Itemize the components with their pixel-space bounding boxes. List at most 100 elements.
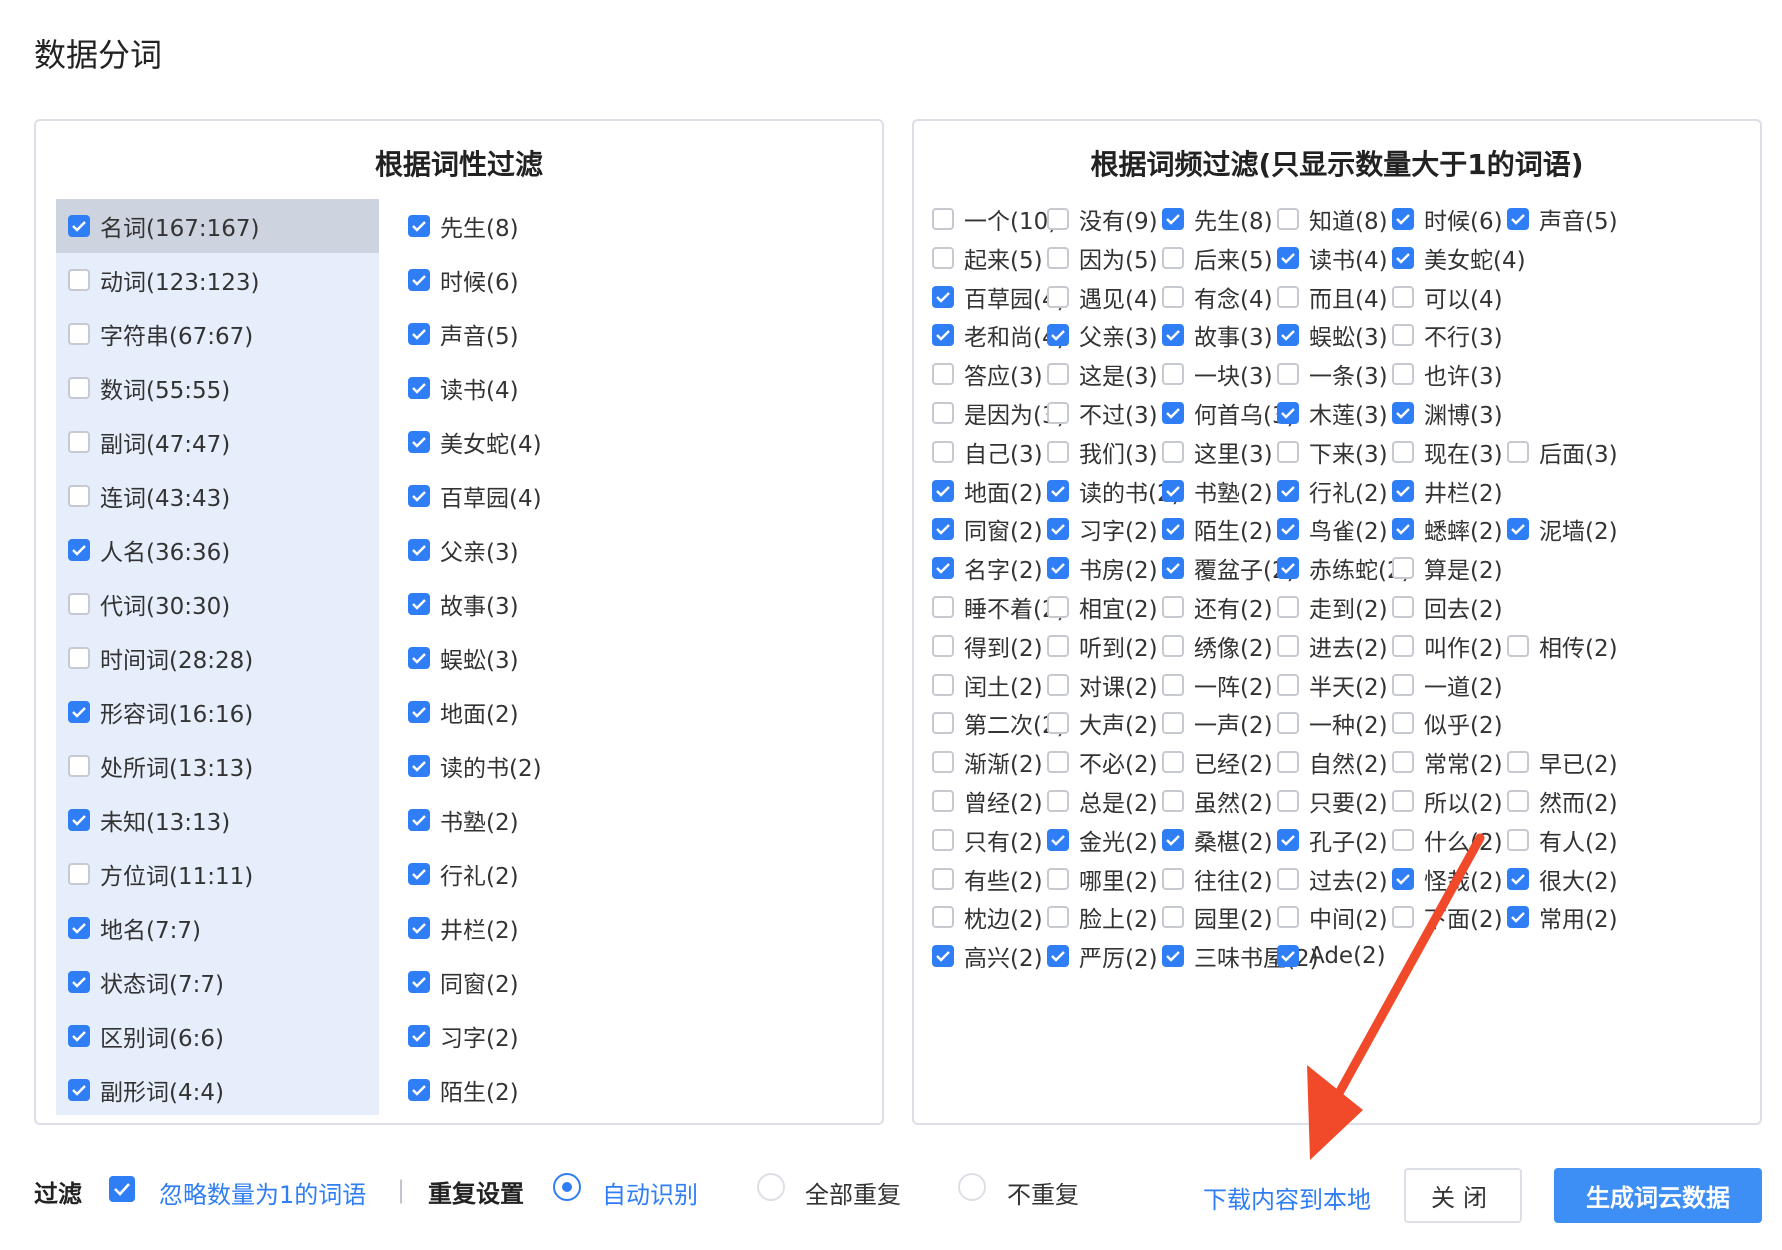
freq-word-item[interactable]: 赤练蛇(2) (1277, 546, 1411, 590)
freq-word-item[interactable]: 过去(2) (1277, 857, 1388, 901)
checkbox[interactable] (1162, 324, 1184, 347)
freq-word-item[interactable]: 有念(4) (1162, 275, 1273, 319)
generate-wordcloud-button[interactable]: 生成词云数据 (1554, 1168, 1762, 1223)
checkbox[interactable] (408, 755, 430, 777)
checkbox[interactable] (68, 755, 90, 777)
freq-word-item[interactable]: 知道(8) (1277, 197, 1388, 241)
freq-word-item[interactable]: 蟋蟀(2) (1392, 507, 1503, 551)
checkbox[interactable] (1507, 518, 1529, 541)
freq-word-item[interactable]: 书房(2) (1047, 546, 1158, 590)
checkbox[interactable] (1277, 828, 1299, 851)
checkbox[interactable] (1162, 557, 1184, 580)
checkbox[interactable] (932, 867, 954, 890)
freq-word-item[interactable]: 读书(4) (1277, 236, 1388, 280)
checkbox[interactable] (1392, 712, 1414, 735)
checkbox[interactable] (1277, 324, 1299, 347)
freq-word-item[interactable]: 故事(3) (1162, 313, 1273, 357)
ignore-singletons-checkbox[interactable] (109, 1176, 135, 1202)
pos-item[interactable]: 人名(36:36) (56, 523, 379, 577)
checkbox[interactable] (1277, 790, 1299, 812)
freq-word-item[interactable]: 起来(5) (932, 236, 1043, 280)
checkbox[interactable] (932, 246, 954, 269)
freq-word-item[interactable]: 不必(2) (1047, 740, 1158, 784)
checkbox[interactable] (932, 479, 954, 502)
checkbox[interactable] (932, 596, 954, 618)
freq-word-item[interactable]: 什么(2) (1392, 818, 1503, 862)
freq-word-item[interactable]: 回去(2) (1392, 585, 1503, 629)
pos-word-item[interactable]: 故事(3) (408, 577, 519, 631)
checkbox[interactable] (1392, 440, 1414, 463)
checkbox[interactable] (1392, 673, 1414, 696)
checkbox[interactable] (68, 809, 90, 831)
freq-word-item[interactable]: 下来(3) (1277, 430, 1388, 474)
checkbox[interactable] (68, 539, 90, 561)
checkbox[interactable] (932, 518, 954, 541)
checkbox[interactable] (408, 863, 430, 885)
freq-word-item[interactable]: 怪哉(2) (1392, 857, 1503, 901)
freq-word-item[interactable]: 同窗(2) (932, 507, 1043, 551)
checkbox[interactable] (1507, 828, 1529, 851)
pos-word-item[interactable]: 井栏(2) (408, 901, 519, 955)
freq-word-item[interactable]: 遇见(4) (1047, 275, 1158, 319)
freq-word-item[interactable]: 叫作(2) (1392, 624, 1503, 668)
checkbox[interactable] (1507, 440, 1529, 463)
pos-word-item[interactable]: 父亲(3) (408, 523, 519, 577)
freq-word-item[interactable]: 井栏(2) (1392, 469, 1503, 513)
pos-word-item[interactable]: 书塾(2) (408, 793, 519, 847)
checkbox[interactable] (408, 809, 430, 831)
checkbox[interactable] (1162, 518, 1184, 541)
pos-word-item[interactable]: 声音(5) (408, 307, 519, 361)
checkbox[interactable] (1162, 208, 1184, 230)
freq-word-item[interactable]: 得到(2) (932, 624, 1043, 668)
checkbox[interactable] (1047, 673, 1069, 696)
ignore-singletons-label[interactable]: 忽略数量为1的词语 (159, 1175, 366, 1210)
checkbox[interactable] (1392, 363, 1414, 386)
freq-word-item[interactable]: 闰土(2) (932, 663, 1043, 707)
checkbox[interactable] (932, 673, 954, 696)
checkbox[interactable] (1277, 945, 1299, 968)
freq-word-item[interactable]: 只要(2) (1277, 779, 1388, 823)
checkbox[interactable] (408, 1079, 430, 1101)
checkbox[interactable] (1162, 634, 1184, 657)
freq-word-item[interactable]: 有人(2) (1507, 818, 1618, 862)
checkbox[interactable] (68, 863, 90, 885)
freq-word-item[interactable]: 后面(3) (1507, 430, 1618, 474)
checkbox[interactable] (1277, 363, 1299, 386)
checkbox[interactable] (1047, 402, 1069, 424)
checkbox[interactable] (68, 485, 90, 507)
checkbox[interactable] (68, 917, 90, 939)
checkbox[interactable] (1392, 208, 1414, 230)
pos-word-item[interactable]: 同窗(2) (408, 955, 519, 1009)
checkbox[interactable] (932, 557, 954, 580)
checkbox[interactable] (1277, 246, 1299, 269)
checkbox[interactable] (932, 208, 954, 230)
freq-word-item[interactable]: 读的书(2) (1047, 469, 1181, 513)
pos-item[interactable]: 连词(43:43) (56, 469, 379, 523)
freq-word-item[interactable]: 大声(2) (1047, 701, 1158, 745)
checkbox[interactable] (932, 712, 954, 735)
checkbox[interactable] (1277, 518, 1299, 541)
freq-word-item[interactable]: Ade(2) (1277, 934, 1386, 978)
freq-word-item[interactable]: 书塾(2) (1162, 469, 1273, 513)
freq-word-item[interactable]: 走到(2) (1277, 585, 1388, 629)
freq-word-item[interactable]: 一种(2) (1277, 701, 1388, 745)
pos-item[interactable]: 数词(55:55) (56, 361, 379, 415)
checkbox[interactable] (1162, 751, 1184, 774)
pos-item[interactable]: 处所词(13:13) (56, 739, 379, 793)
freq-word-item[interactable]: 名字(2) (932, 546, 1043, 590)
pos-item[interactable]: 区别词(6:6) (56, 1009, 379, 1063)
freq-word-item[interactable]: 先生(8) (1162, 197, 1273, 241)
freq-word-item[interactable]: 老和尚(4) (932, 313, 1066, 357)
freq-word-item[interactable]: 进去(2) (1277, 624, 1388, 668)
freq-word-item[interactable]: 这是(3) (1047, 352, 1158, 396)
checkbox[interactable] (1507, 906, 1529, 929)
pos-item[interactable]: 形容词(16:16) (56, 685, 379, 739)
checkbox[interactable] (1162, 596, 1184, 618)
freq-word-item[interactable]: 不过(3) (1047, 391, 1158, 435)
freq-word-item[interactable]: 行礼(2) (1277, 469, 1388, 513)
freq-word-item[interactable]: 一个(10) (932, 197, 1057, 241)
checkbox[interactable] (1277, 402, 1299, 424)
close-button[interactable]: 关闭 (1404, 1168, 1522, 1223)
radio-no-repeat-label[interactable]: 不重复 (1007, 1175, 1079, 1210)
checkbox[interactable] (408, 971, 430, 993)
